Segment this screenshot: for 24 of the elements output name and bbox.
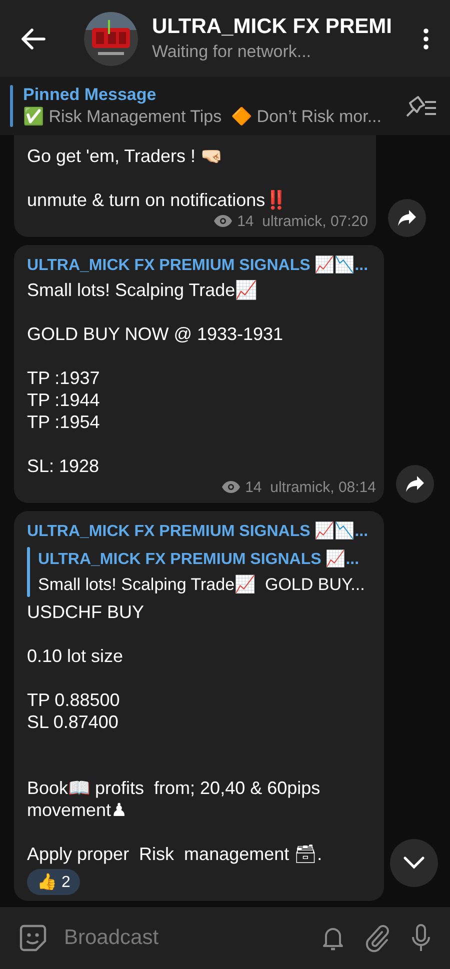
reply-text[interactable]: Small lots! Scalping Trade📈 GOLD BUY...	[38, 572, 365, 597]
share-icon[interactable]	[397, 209, 417, 227]
sticker-icon[interactable]	[18, 923, 48, 953]
message-text: USDCHF BUY 0.10 lot size TP 0.88500 SL 0.87400 Book📖 profits from; 20,40 & 60pips movement♟ Apply proper Risk management 🗃.	[27, 601, 324, 865]
chevron-down-icon[interactable]	[403, 856, 425, 870]
reaction-chip[interactable]: 👍 2	[27, 869, 80, 895]
message-text: Small lots! Scalping Trade📈 GOLD BUY NOW @ 1933-1931 TP :1937 TP :1944 TP :1954 SL: 1928	[27, 279, 284, 477]
channel-title[interactable]: ULTRA_MICK FX PREMI	[152, 15, 400, 39]
pinned-text[interactable]: ✅ Risk Management Tips 🔶 Don’t Risk mor...	[23, 106, 394, 127]
pinned-label[interactable]: Pinned Message	[23, 85, 394, 105]
eye-icon	[222, 481, 240, 493]
scroll-down-button[interactable]	[390, 839, 438, 887]
message-text: Go get 'em, Traders ! 🤜🏻 unmute & turn on notifications‼	[27, 145, 288, 211]
eye-icon	[214, 215, 232, 227]
channel-name[interactable]: ULTRA_MICK FX PREMIUM SIGNALS 📈📉...	[27, 253, 368, 279]
channel-name[interactable]: ULTRA_MICK FX PREMIUM SIGNALS 📈📉...	[27, 519, 368, 545]
pin-list-icon[interactable]	[404, 93, 438, 119]
share-button[interactable]	[396, 465, 434, 503]
message-meta: 14 ultramick, 08:14	[245, 478, 376, 496]
share-button[interactable]	[388, 199, 426, 237]
connection-status: Waiting for network...	[152, 42, 312, 62]
share-icon[interactable]	[405, 475, 425, 493]
message-meta: 14 ultramick, 07:20	[237, 212, 368, 230]
reply-author[interactable]: ULTRA_MICK FX PREMIUM SIGNALS 📈...	[38, 547, 365, 572]
